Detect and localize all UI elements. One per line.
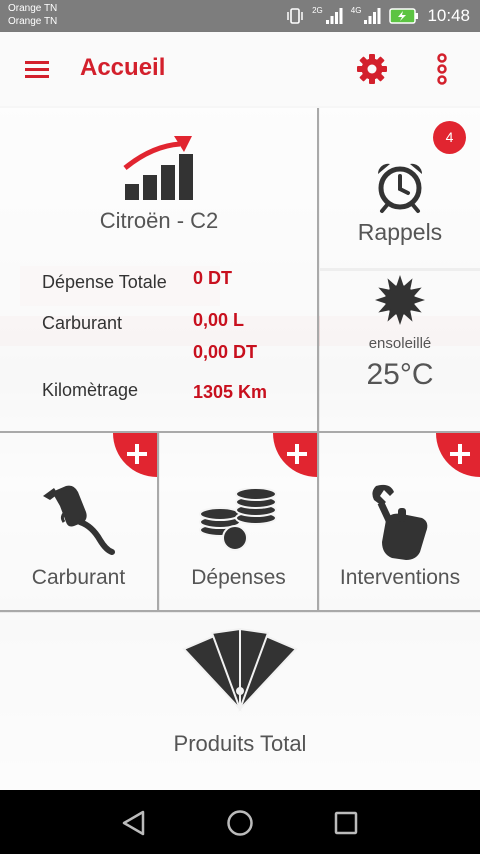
battery-charging-icon (389, 8, 419, 24)
weather-condition: ensoleillé (368, 335, 432, 352)
produits-total-label: Produits Total (173, 731, 307, 756)
sun-icon (375, 275, 425, 325)
tag-fan-icon (182, 627, 298, 713)
divider (157, 433, 159, 610)
stat-value-fuel-cost: 0,00 DT (193, 342, 258, 362)
app-bar: Accueil (0, 32, 480, 106)
divider (317, 108, 319, 433)
divider (0, 431, 480, 433)
settings-button[interactable] (356, 53, 388, 85)
gear-icon (357, 54, 387, 84)
divider (317, 433, 319, 610)
signal-2-badge: 4G (350, 5, 362, 15)
stat-label-total-expense: Dépense Totale (42, 272, 167, 292)
menu-button[interactable] (22, 55, 52, 83)
stat-value-mileage: 1305 Km (193, 382, 268, 402)
signal-icon (325, 8, 343, 24)
carrier-2: Orange TN (8, 16, 58, 27)
clock-time: 10:48 (427, 6, 470, 25)
fuel-nozzle-icon (43, 485, 115, 555)
divider (0, 610, 480, 612)
menu-icon (25, 61, 49, 78)
alarm-clock-icon (377, 163, 423, 213)
page-title: Accueil (80, 54, 166, 81)
carrier-1: Orange TN (8, 3, 58, 14)
coins-icon (199, 488, 277, 551)
growth-chart-icon (123, 136, 193, 200)
system-nav-bar (0, 790, 480, 854)
more-options-button[interactable] (432, 52, 452, 86)
rappels-count-badge: 4 (433, 121, 466, 154)
home-button[interactable] (224, 808, 256, 838)
back-icon (122, 810, 145, 836)
weather-temperature: 25°C (366, 358, 434, 391)
status-bar: Orange TN Orange TN 2G 4G 10:48 (0, 0, 480, 32)
stat-value-fuel-liters: 0,00 L (193, 310, 245, 330)
vibrate-icon (287, 8, 303, 24)
interventions-label: Interventions (339, 566, 461, 589)
stat-label-mileage: Kilomètrage (42, 380, 139, 400)
signal-icon (364, 8, 381, 24)
vehicle-name: Citroën - C2 (99, 208, 219, 233)
wrench-hand-icon (372, 484, 428, 560)
back-button[interactable] (118, 808, 150, 838)
signal-1-badge: 2G (312, 5, 323, 15)
rappels-label: Rappels (357, 219, 443, 245)
depenses-label: Dépenses (191, 566, 286, 589)
home-icon (227, 810, 253, 836)
stat-value-total-expense: 0 DT (193, 268, 233, 288)
recents-button[interactable] (330, 808, 362, 838)
recents-icon (334, 811, 358, 835)
more-vert-icon (437, 53, 447, 85)
carburant-label: Carburant (31, 566, 126, 589)
stat-label-fuel: Carburant (42, 313, 123, 333)
